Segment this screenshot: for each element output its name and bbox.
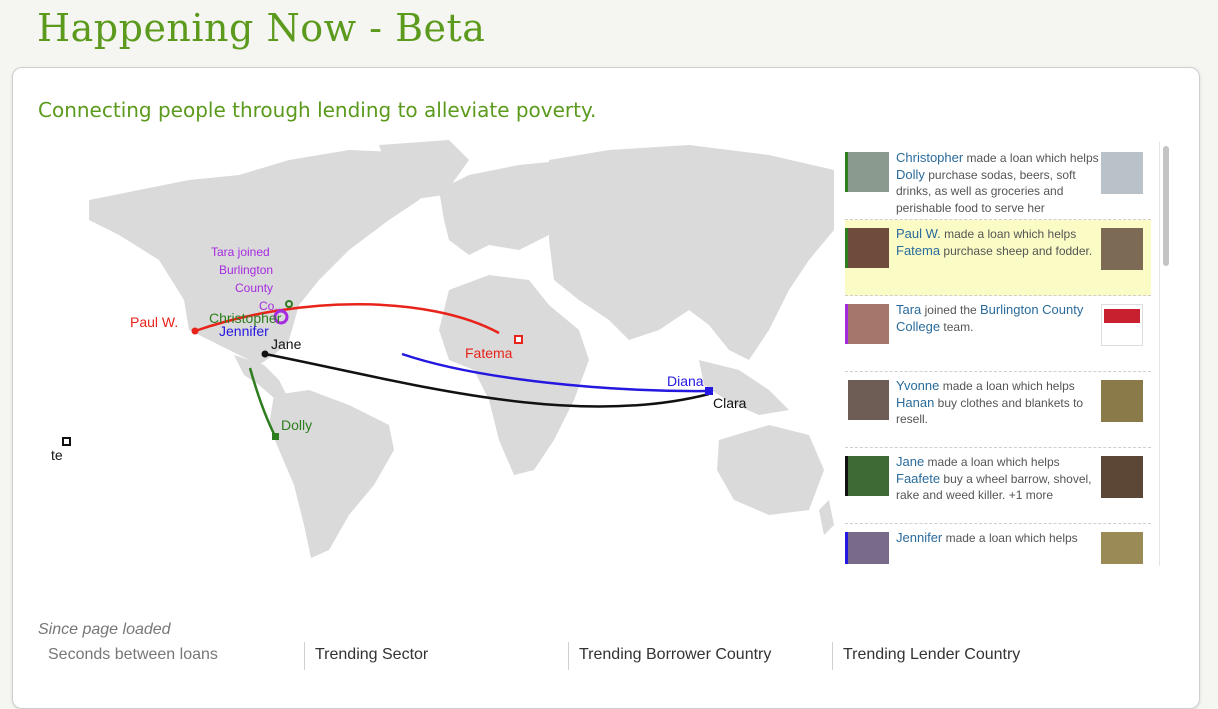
map-label-jennifer: Jennifer (219, 323, 269, 339)
stat-trending-lender-country: Trending Lender Country (832, 642, 1132, 670)
feed-item: Tara joined the Burlington County Colleg… (845, 296, 1151, 372)
marker-paul (191, 327, 199, 335)
australia-shape (717, 425, 824, 515)
photo-thumbnail[interactable] (1101, 456, 1143, 498)
map-label-clara: Clara (713, 395, 747, 411)
marker-te (62, 437, 71, 446)
photo-thumbnail[interactable] (1101, 228, 1143, 270)
south-america-shape (269, 390, 394, 558)
feed-item: Yvonne made a loan which helps Hanan buy… (845, 372, 1151, 448)
map-label-te: te (51, 447, 63, 463)
feed-actor-link[interactable]: Jennifer (896, 530, 942, 545)
marker-dolly (272, 433, 279, 440)
photo-thumbnail[interactable] (845, 380, 889, 420)
tagline: Connecting people through lending to all… (38, 98, 597, 122)
map-label-dolly: Dolly (281, 417, 313, 433)
feed-target-link[interactable]: Faafete (896, 471, 940, 486)
photo-thumbnail[interactable] (1101, 532, 1143, 564)
feed-actor-link[interactable]: Paul W. (896, 226, 941, 241)
world-map[interactable]: Paul W. Christopher Jennifer Jane Fatema… (49, 140, 834, 558)
stat-seconds-between-loans: Seconds between loans (48, 646, 218, 663)
feed-target-link[interactable]: Fatema (896, 243, 940, 258)
africa-shape (439, 275, 589, 475)
team-logo-mark (1104, 309, 1140, 323)
photo-thumbnail[interactable] (845, 228, 889, 268)
feed-actor-link[interactable]: Christopher (896, 150, 963, 165)
map-label-diana: Diana (667, 373, 704, 389)
photo-thumbnail[interactable] (845, 304, 889, 344)
stat-trending-borrower-country: Trending Borrower Country (568, 642, 832, 670)
photo-thumbnail[interactable] (1101, 152, 1143, 194)
photo-thumbnail[interactable] (845, 456, 889, 496)
feed-item: Jennifer made a loan which helps (845, 524, 1151, 564)
map-label-tara-1: Tara joined (211, 245, 270, 259)
map-label-paul: Paul W. (130, 314, 179, 330)
marker-fatema (514, 335, 523, 344)
map-label-tara-4: Co... (259, 299, 285, 313)
page-title: Happening Now - Beta (37, 6, 486, 50)
photo-thumbnail[interactable] (845, 532, 889, 564)
feed-scrollbar[interactable] (1159, 142, 1171, 566)
stat-trending-sector: Trending Sector (304, 642, 568, 670)
marker-jane (261, 350, 269, 358)
activity-feed[interactable]: Christopher made a loan which helps Doll… (845, 144, 1151, 564)
stats-row: Seconds between loans Trending Sector Tr… (38, 642, 1188, 672)
asia-shape (549, 145, 834, 360)
main-panel: Connecting people through lending to all… (12, 67, 1200, 709)
feed-item: Paul W. made a loan which helps Fatema p… (845, 220, 1151, 296)
world-map-svg (62, 140, 834, 558)
team-logo[interactable] (1101, 304, 1143, 346)
since-page-loaded-label: Since page loaded (38, 621, 171, 638)
map-label-jane: Jane (271, 336, 302, 352)
photo-thumbnail[interactable] (1101, 380, 1143, 422)
feed-target-link[interactable]: Hanan (896, 395, 934, 410)
map-label-fatema: Fatema (465, 345, 513, 361)
marker-diana (705, 387, 713, 395)
feed-actor-link[interactable]: Jane (896, 454, 924, 469)
feed-scrollbar-thumb[interactable] (1163, 146, 1169, 266)
map-label-tara-2: Burlington (219, 263, 274, 277)
feed-target-link[interactable]: Dolly (896, 167, 925, 182)
feed-actor-link[interactable]: Yvonne (896, 378, 939, 393)
feed-item: Christopher made a loan which helps Doll… (845, 144, 1151, 231)
feed-item: Jane made a loan which helps Faafete buy… (845, 448, 1151, 524)
continents (89, 140, 834, 558)
photo-thumbnail[interactable] (845, 152, 889, 192)
feed-actor-link[interactable]: Tara (896, 302, 921, 317)
new-zealand-shape (819, 500, 834, 535)
map-label-tara-3: County (235, 281, 274, 295)
